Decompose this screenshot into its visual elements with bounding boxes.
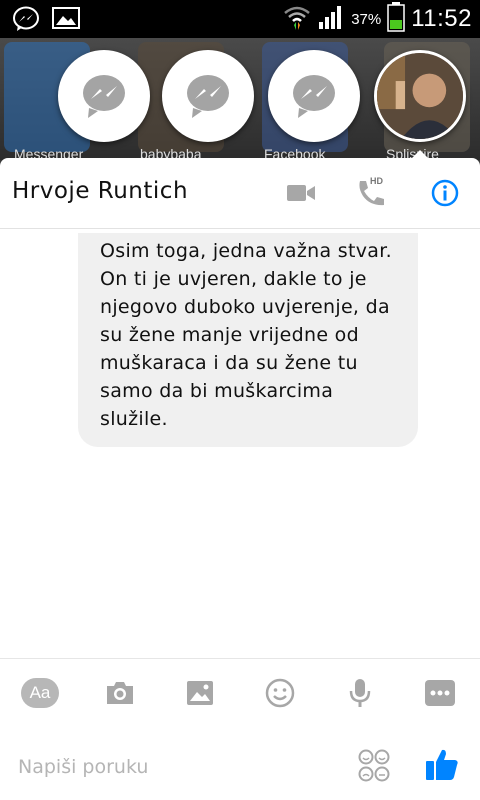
gallery-icon[interactable] [180,677,220,709]
status-bar: 37% 11:52 [0,0,480,38]
video-camera-icon[interactable] [286,178,316,208]
emoji-icon[interactable] [260,677,300,709]
aa-label: Aa [21,678,59,708]
camera-icon[interactable] [100,677,140,709]
text-style-button[interactable]: Aa [20,677,60,709]
contact-avatar [377,53,463,139]
hd-badge: HD [370,176,383,186]
chat-head-messenger-1[interactable] [58,50,150,142]
microphone-icon[interactable] [340,677,380,709]
conversation-header: Hrvoje Runtich HD [0,158,480,229]
composer-input-row [0,738,480,800]
signal-icon [317,4,345,34]
info-icon[interactable] [430,178,460,208]
contact-name[interactable]: Hrvoje Runtich [12,178,188,204]
message-input[interactable] [16,748,320,786]
sticker-icon[interactable] [358,748,390,788]
messenger-icon [293,75,335,118]
message-bubble[interactable]: Osim toga, jedna važna stvar. On ti je u… [78,233,418,447]
wifi-icon [283,3,311,35]
image-notification-icon [52,6,80,36]
phone-hd-icon[interactable]: HD [356,176,386,208]
battery-percent: 37% [351,10,382,28]
battery-icon [387,2,405,36]
chat-head-messenger-3[interactable] [268,50,360,142]
clock: 11:52 [411,5,472,32]
composer-toolbar: Aa [0,658,480,727]
thumbs-up-icon[interactable] [424,746,460,786]
messenger-icon [187,75,229,118]
conversation-panel: Hrvoje Runtich HD Osim toga, jedna važna… [0,158,480,800]
more-icon[interactable] [420,677,460,709]
chat-head-messenger-2[interactable] [162,50,254,142]
messenger-icon [83,75,125,118]
chat-head-contact[interactable] [374,50,466,142]
chat-heads-bar: Messenger babybaba Facebook Spliszire [0,38,480,160]
messenger-notification-icon [12,6,40,36]
